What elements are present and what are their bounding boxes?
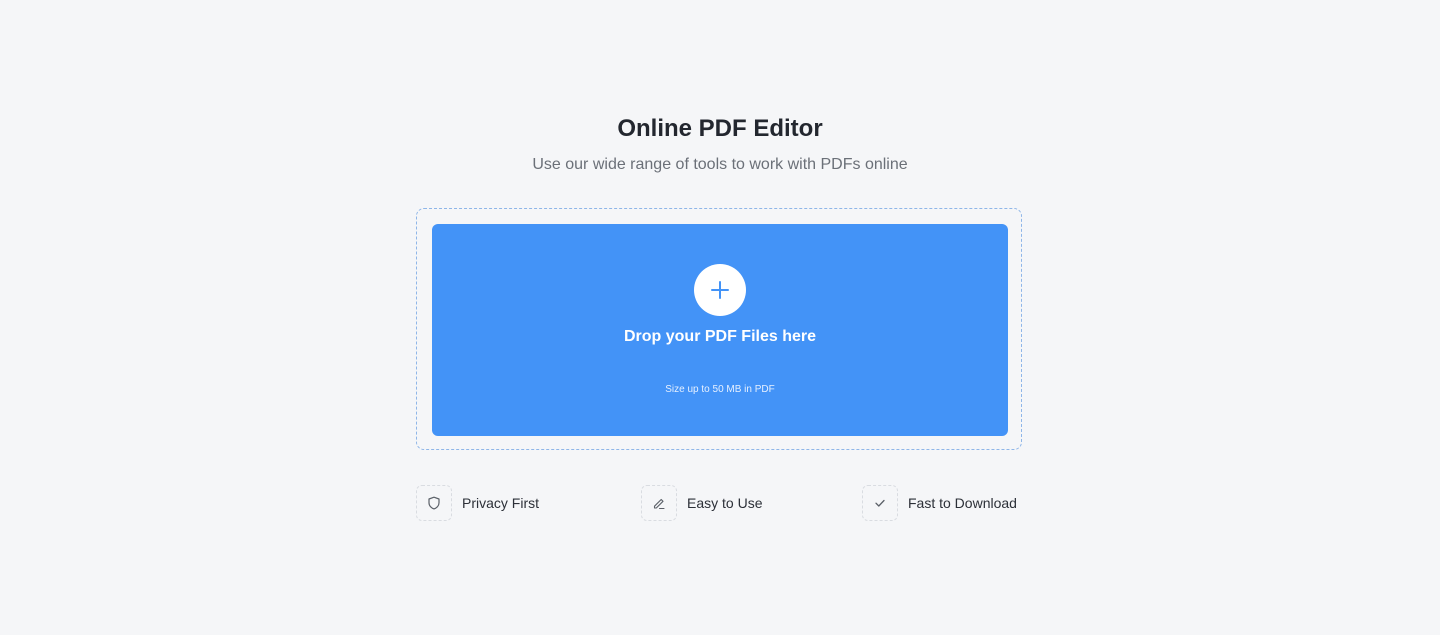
page-subtitle: Use our wide range of tools to work with… (532, 156, 908, 173)
add-file-button[interactable] (694, 264, 746, 316)
page: Online PDF Editor Use our wide range of … (0, 0, 1440, 635)
feature-privacy-first: Privacy First (416, 485, 539, 521)
pencil-icon (641, 485, 677, 521)
feature-label: Easy to Use (687, 495, 763, 511)
drop-zone-label: Drop your PDF Files here (623, 328, 817, 345)
file-drop-zone[interactable]: Drop your PDF Files here Size up to 50 M… (432, 224, 1008, 436)
shield-icon (416, 485, 452, 521)
page-title: Online PDF Editor (617, 115, 823, 142)
feature-fast-to-download: Fast to Download (862, 485, 1017, 521)
feature-label: Privacy First (462, 495, 539, 511)
check-icon (862, 485, 898, 521)
feature-label: Fast to Download (908, 495, 1017, 511)
feature-easy-to-use: Easy to Use (641, 485, 762, 521)
drop-zone-hint: Size up to 50 MB in PDF (665, 384, 775, 395)
plus-icon (710, 280, 730, 300)
